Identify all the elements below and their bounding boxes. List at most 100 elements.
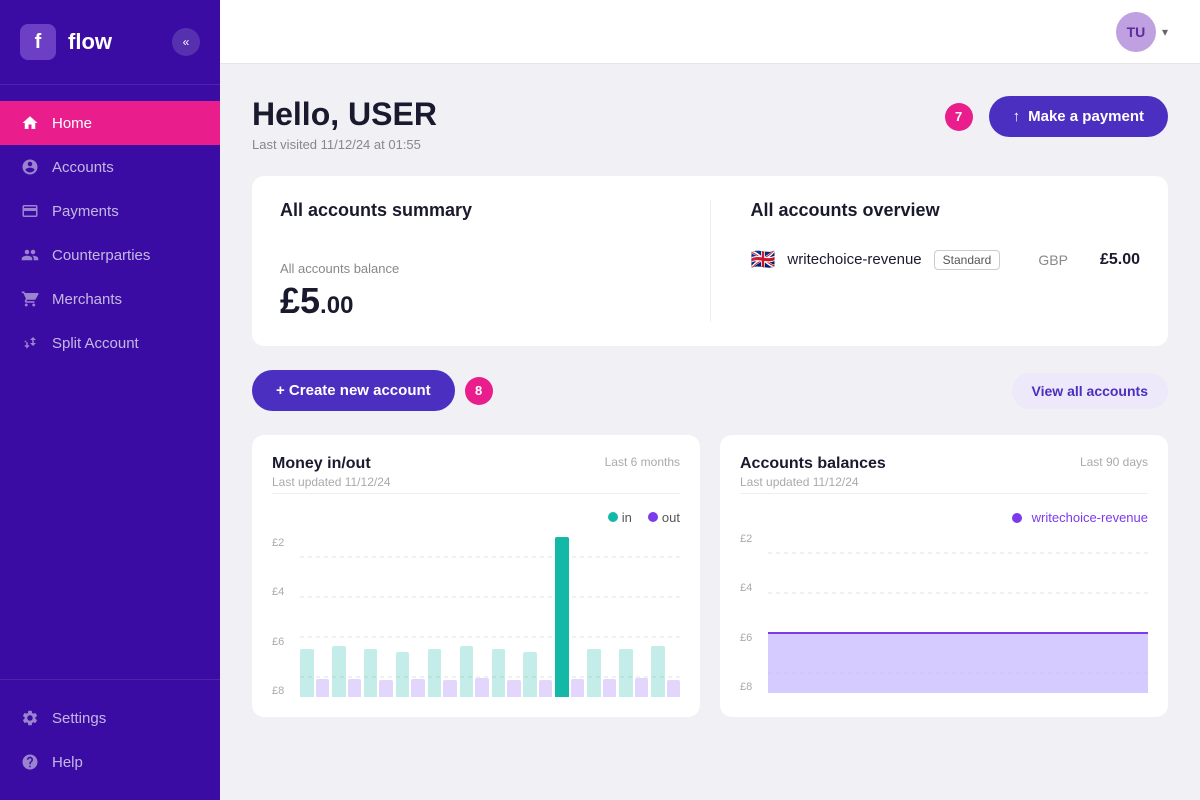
bar-out <box>603 679 616 697</box>
sidebar-item-settings-label: Settings <box>52 710 106 727</box>
counterparties-icon <box>20 245 40 265</box>
bar-group <box>587 649 616 697</box>
view-all-accounts-button[interactable]: View all accounts <box>1012 373 1168 409</box>
topbar: TU ▾ <box>220 0 1200 64</box>
accounts-icon <box>20 157 40 177</box>
bar-in <box>492 649 505 697</box>
bar-in <box>332 646 345 697</box>
main-area: TU ▾ Hello, USER Last visited 11/12/24 a… <box>220 0 1200 800</box>
logo-icon: f <box>20 24 56 60</box>
sidebar-item-help-label: Help <box>52 754 83 771</box>
balances-chart-card: Accounts balances Last updated 11/12/24 … <box>720 435 1168 717</box>
sidebar: f flow « Home Accounts Payments <box>0 0 220 800</box>
balances-chart-header: Accounts balances Last updated 11/12/24 … <box>740 455 1148 489</box>
money-inout-chart-card: Money in/out Last updated 11/12/24 Last … <box>252 435 700 717</box>
bar-group <box>460 646 489 697</box>
bar-in <box>460 646 473 697</box>
overview-title: All accounts overview <box>751 200 1141 221</box>
money-chart-updated: Last updated 11/12/24 <box>272 475 391 489</box>
balance-label: All accounts balance <box>280 261 670 276</box>
bar-group <box>651 646 680 697</box>
sidebar-bottom: Settings Help <box>0 679 220 800</box>
bar-group <box>523 652 552 697</box>
account-type-badge: Standard <box>934 250 1001 270</box>
chevron-down-icon: ▾ <box>1162 25 1168 39</box>
bar-in <box>396 652 409 697</box>
all-accounts-overview: All accounts overview 🇬🇧 writechoice-rev… <box>711 200 1141 322</box>
balance-legend-dot <box>1012 513 1022 523</box>
home-icon <box>20 113 40 133</box>
badge-8: 8 <box>465 377 493 405</box>
sidebar-item-home[interactable]: Home <box>0 101 220 145</box>
balances-chart-legend: writechoice-revenue <box>740 510 1148 525</box>
bar-group <box>300 649 329 697</box>
balances-chart-title: Accounts balances <box>740 455 886 473</box>
make-payment-button[interactable]: ↑ Make a payment <box>989 96 1168 137</box>
sidebar-item-help[interactable]: Help <box>0 740 220 784</box>
y-axis-labels: £8 £6 £4 £2 <box>272 537 292 697</box>
balances-chart-updated: Last updated 11/12/24 <box>740 475 886 489</box>
sidebar-item-split-account[interactable]: Split Account <box>0 321 220 365</box>
create-account-button[interactable]: + Create new account <box>252 370 455 411</box>
logo-text: flow <box>68 29 112 55</box>
bar-out <box>475 678 488 697</box>
account-currency: GBP <box>1038 252 1068 268</box>
hero-badge-7: 7 <box>945 103 973 131</box>
hero-greeting-area: Hello, USER Last visited 11/12/24 at 01:… <box>252 96 437 152</box>
all-accounts-summary: All accounts summary All accounts balanc… <box>280 200 711 322</box>
out-legend-dot <box>648 512 658 522</box>
bar-group <box>332 646 361 697</box>
bar-in <box>619 649 632 697</box>
bar-group <box>396 652 425 697</box>
sidebar-item-settings[interactable]: Settings <box>0 696 220 740</box>
actions-row: + Create new account 8 View all accounts <box>252 370 1168 411</box>
summary-title: All accounts summary <box>280 200 670 221</box>
sidebar-item-accounts[interactable]: Accounts <box>0 145 220 189</box>
settings-icon <box>20 708 40 728</box>
out-legend-label: out <box>662 510 680 525</box>
sidebar-item-split-account-label: Split Account <box>52 335 139 352</box>
hero-actions: 7 ↑ Make a payment <box>945 96 1168 137</box>
bar-in <box>555 537 568 697</box>
payments-icon <box>20 201 40 221</box>
last-visited-text: Last visited 11/12/24 at 01:55 <box>252 137 437 152</box>
money-chart-legend: in out <box>272 510 680 525</box>
bar-out <box>443 680 456 697</box>
balance-legend-label: writechoice-revenue <box>1032 510 1148 525</box>
page-title: Hello, USER <box>252 96 437 133</box>
summary-card: All accounts summary All accounts balanc… <box>252 176 1168 346</box>
bar-group <box>555 537 584 697</box>
sidebar-item-merchants[interactable]: Merchants <box>0 277 220 321</box>
bar-out <box>316 679 329 697</box>
sidebar-item-accounts-label: Accounts <box>52 159 114 176</box>
sidebar-nav: Home Accounts Payments Counterparties <box>0 85 220 679</box>
bar-in <box>428 649 441 697</box>
bar-chart-wrapper <box>300 537 680 697</box>
money-chart-header: Money in/out Last updated 11/12/24 Last … <box>272 455 680 489</box>
bar-out <box>411 679 424 697</box>
balances-chart-period: Last 90 days <box>1080 455 1148 469</box>
summary-sections: All accounts summary All accounts balanc… <box>280 200 1140 322</box>
hero-section: Hello, USER Last visited 11/12/24 at 01:… <box>252 96 1168 152</box>
page-content: Hello, USER Last visited 11/12/24 at 01:… <box>220 64 1200 800</box>
payment-arrow-icon: ↑ <box>1013 108 1021 125</box>
money-chart-title: Money in/out <box>272 455 391 473</box>
user-avatar: TU <box>1116 12 1156 52</box>
account-balance: £5.00 <box>1100 251 1140 269</box>
bar-group <box>492 649 521 697</box>
bar-in <box>651 646 664 697</box>
sidebar-collapse-button[interactable]: « <box>172 28 200 56</box>
bar-out <box>635 678 648 697</box>
user-menu[interactable]: TU ▾ <box>1116 12 1168 52</box>
sidebar-item-counterparties[interactable]: Counterparties <box>0 233 220 277</box>
sidebar-item-payments-label: Payments <box>52 203 119 220</box>
create-account-area: + Create new account 8 <box>252 370 497 411</box>
bar-out <box>539 680 552 697</box>
money-chart-period: Last 6 months <box>605 455 680 469</box>
in-legend-label: in <box>622 510 632 525</box>
sidebar-item-payments[interactable]: Payments <box>0 189 220 233</box>
bar-group <box>364 649 393 697</box>
bar-in <box>300 649 313 697</box>
balance-amount: £5.00 <box>280 280 670 322</box>
sidebar-item-counterparties-label: Counterparties <box>52 247 150 264</box>
